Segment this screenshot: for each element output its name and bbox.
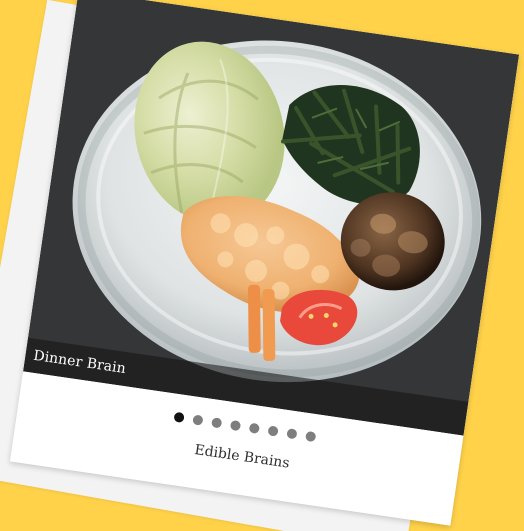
slide-dot-2[interactable] [192, 414, 204, 426]
slide-dot-1[interactable] [173, 411, 185, 424]
carousel-image[interactable]: Dinner Brain [23, 0, 520, 436]
slide-dot-3[interactable] [211, 417, 223, 429]
slide-indicator-dots [173, 411, 317, 443]
slide-dot-5[interactable] [248, 422, 260, 434]
slide-dot-6[interactable] [267, 425, 279, 437]
slide-dot-8[interactable] [305, 430, 317, 443]
slide-dot-4[interactable] [229, 419, 242, 432]
image-carousel-card: Dinner Brain Edible Brains [9, 0, 520, 526]
slide-dot-7[interactable] [286, 428, 298, 440]
image-caption-text: Dinner Brain [32, 347, 127, 378]
gallery-scene: Dinner Brain Edible Brains [0, 0, 524, 531]
gallery-title: Edible Brains [193, 441, 291, 472]
